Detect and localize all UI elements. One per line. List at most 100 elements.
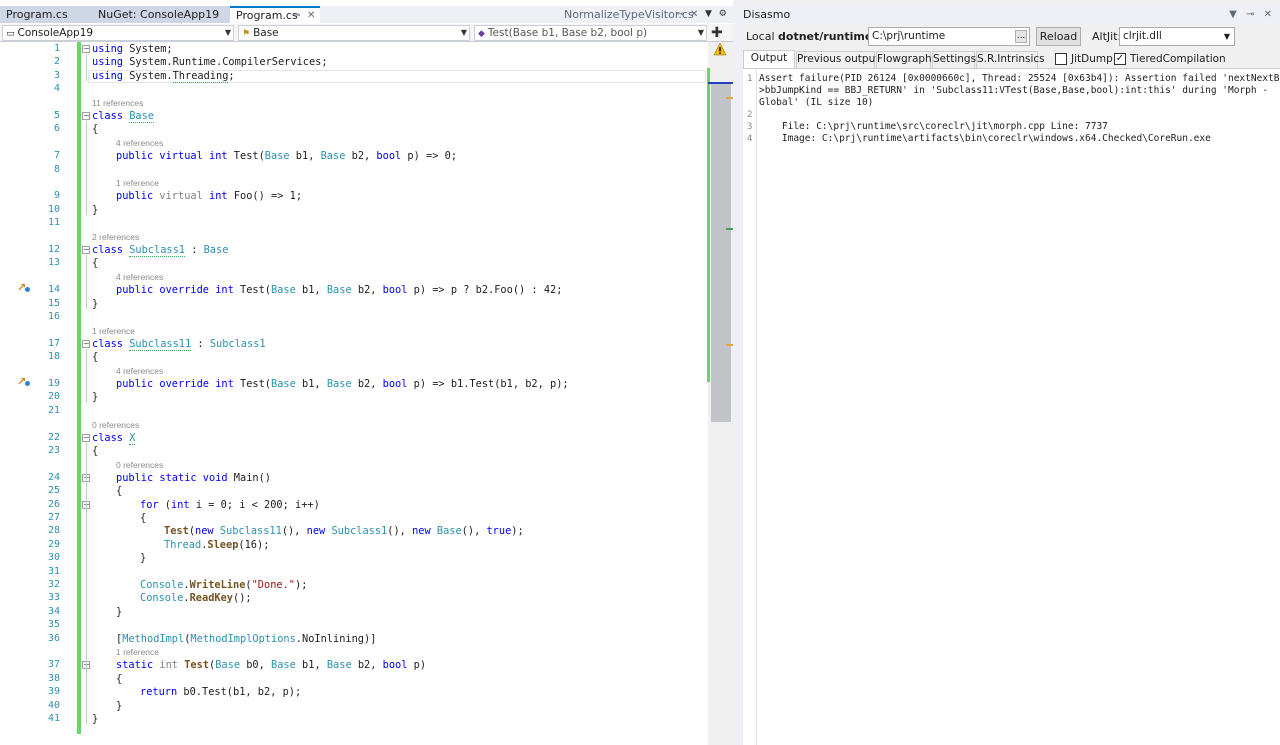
codelens-references[interactable]: 1 reference — [116, 647, 159, 657]
codelens-references[interactable]: 1 reference — [92, 326, 135, 336]
code-token: public override int — [116, 378, 234, 390]
code-line: } — [92, 204, 98, 216]
tiered-compilation-checkbox[interactable]: ✓ — [1114, 53, 1126, 65]
code-line: } — [140, 552, 146, 564]
output-text-area[interactable]: 1 2 3 4 Assert failure(PID 26124 [0x0000660… — [743, 68, 1280, 745]
tab-label: NormalizeTypeVisitor.cs — [564, 8, 694, 21]
collapse-region-icon[interactable]: − — [82, 339, 90, 348]
chevron-down-icon: ▼ — [224, 28, 231, 37]
code-editor[interactable]: 1 2 3 4 5 6 7 8 9 10 11 12 13 14 15 16 17 18 19 20 21 22 23 24 2… — [0, 42, 708, 745]
output-line-number: 4 — [747, 134, 753, 144]
tab-normalizetypevisitor-cs[interactable]: NormalizeTypeVisitor.cs ⊸ ✕ — [558, 6, 704, 23]
code-line: { — [92, 123, 98, 135]
codelens-references[interactable]: 4 references — [116, 272, 163, 282]
codelens-references[interactable]: 2 references — [92, 232, 139, 242]
code-token: for — [140, 498, 159, 511]
code-line: { — [92, 257, 98, 269]
class-icon: ⚑ — [242, 29, 251, 39]
pin-icon[interactable]: ⊸ — [292, 8, 300, 23]
output-line-number: 1 — [747, 74, 753, 84]
tab-dropdown-icon[interactable]: ▼ — [705, 9, 712, 19]
tab-program-cs-active[interactable]: Program.cs ⊸ ✕ — [230, 6, 320, 23]
scroll-info-marker — [726, 228, 733, 230]
code-token: MethodImplOptions — [190, 632, 296, 645]
code-line: { — [116, 673, 122, 685]
code-token: Base — [320, 150, 346, 163]
pin-icon[interactable]: ⊸ — [676, 6, 684, 23]
code-token: class — [92, 337, 123, 350]
tiered-compilation-label: TieredCompilation — [1130, 53, 1226, 65]
tab-sr-intrinsics[interactable]: S.R.Intrinsics — [976, 51, 1045, 68]
window-position-icon[interactable]: ▼ — [1229, 9, 1237, 20]
output-line: Global' (IL size 10) — [759, 97, 874, 108]
codelens-references[interactable]: 0 references — [116, 460, 163, 470]
code-token: Base — [271, 284, 296, 297]
scroll-change-marker — [707, 68, 710, 382]
pin-icon[interactable]: ⊸ — [1246, 9, 1254, 20]
code-token: X — [129, 431, 136, 445]
output-line: File: C:\prj\runtime\src\coreclr\jit\mor… — [759, 121, 1108, 132]
close-icon[interactable]: ✕ — [1264, 9, 1272, 20]
tab-previous-output[interactable]: Previous output — [796, 51, 879, 68]
tab-program-cs-1[interactable]: Program.cs — [0, 6, 92, 23]
pane-splitter[interactable] — [733, 0, 741, 745]
collapse-region-icon[interactable]: − — [82, 112, 90, 120]
output-line-numbers: 1 2 3 4 — [743, 69, 757, 745]
code-token: System; — [123, 43, 173, 55]
tab-nuget-consoleapp19[interactable]: NuGet: ConsoleApp19 — [92, 6, 230, 23]
caret-position-marker — [708, 82, 733, 84]
csharp-project-icon: ▭ — [6, 29, 15, 39]
scrollbar-thumb[interactable] — [711, 84, 731, 422]
tab-settings[interactable]: Settings — [932, 51, 976, 68]
code-token: return — [140, 686, 178, 699]
code-line: Thread.Sleep(16); — [164, 539, 269, 551]
reload-button[interactable]: Reload — [1036, 27, 1081, 46]
code-token: Foo() => 1; — [227, 190, 303, 203]
code-token: Test( — [233, 378, 271, 390]
code-line: public virtual int Test(Base b1, Base b2… — [116, 150, 457, 162]
output-line-number: 3 — [747, 122, 753, 132]
collapse-region-icon[interactable]: − — [82, 246, 90, 254]
code-token: { — [92, 351, 99, 364]
repo-path-input[interactable]: C:\prj\runtime ... — [868, 27, 1030, 46]
member-dropdown[interactable]: ◆ Test(Base b1, Base b2, bool p) ▼ — [474, 25, 707, 41]
settings-icon[interactable]: ⚙ — [719, 9, 727, 19]
warning-icon[interactable] — [713, 42, 727, 56]
code-token: Sleep — [207, 538, 239, 551]
code-token: class — [92, 244, 123, 256]
code-text: 11 references 4 references 1 reference 2 re… — [0, 42, 708, 745]
project-dropdown[interactable]: ▭ ConsoleApp19 ▼ — [2, 25, 234, 41]
split-window-icon[interactable]: ✚ — [711, 24, 723, 42]
code-line: { — [116, 485, 122, 497]
codelens-references[interactable]: 0 references — [92, 420, 139, 430]
code-line: } — [92, 391, 98, 403]
code-token: { — [116, 485, 123, 498]
code-line: class Base — [92, 110, 155, 123]
code-token: Subclass1 — [129, 244, 185, 257]
tool-window-title-text: Disasmo — [743, 8, 791, 21]
code-token: using — [92, 56, 123, 69]
browse-button[interactable]: ... — [1015, 30, 1027, 43]
close-icon[interactable]: ✕ — [307, 8, 315, 23]
collapse-region-icon[interactable]: − — [82, 45, 90, 53]
altjit-dropdown[interactable]: clrjit.dll ▼ — [1119, 27, 1235, 46]
disasmo-toolbar: Local dotnet/runtime repo C:\prj\runtime… — [741, 25, 1280, 49]
codelens-references[interactable]: 1 reference — [116, 178, 159, 188]
code-line: using System.Runtime.CompilerServices; — [92, 56, 328, 68]
repo-label-bold: dotnet/runtime — [778, 30, 873, 43]
code-line: for (int i = 0; i < 200; i++) — [140, 499, 320, 511]
jitdump-checkbox[interactable] — [1055, 53, 1067, 65]
tab-flowgraph[interactable]: Flowgraph — [876, 51, 932, 68]
codelens-references[interactable]: 4 references — [116, 366, 163, 376]
code-token: Base — [215, 659, 241, 672]
class-dropdown[interactable]: ⚑ Base ▼ — [238, 25, 470, 41]
close-icon[interactable]: ✕ — [690, 6, 698, 23]
codelens-references[interactable]: 11 references — [92, 98, 143, 108]
chevron-down-icon: ▼ — [1223, 32, 1230, 41]
tab-output[interactable]: Output — [743, 50, 795, 68]
code-token: : — [191, 337, 210, 350]
collapse-region-icon[interactable]: − — [82, 433, 90, 442]
code-token: bool — [382, 284, 408, 297]
code-token: b2, — [345, 150, 377, 163]
codelens-references[interactable]: 4 references — [116, 138, 163, 148]
